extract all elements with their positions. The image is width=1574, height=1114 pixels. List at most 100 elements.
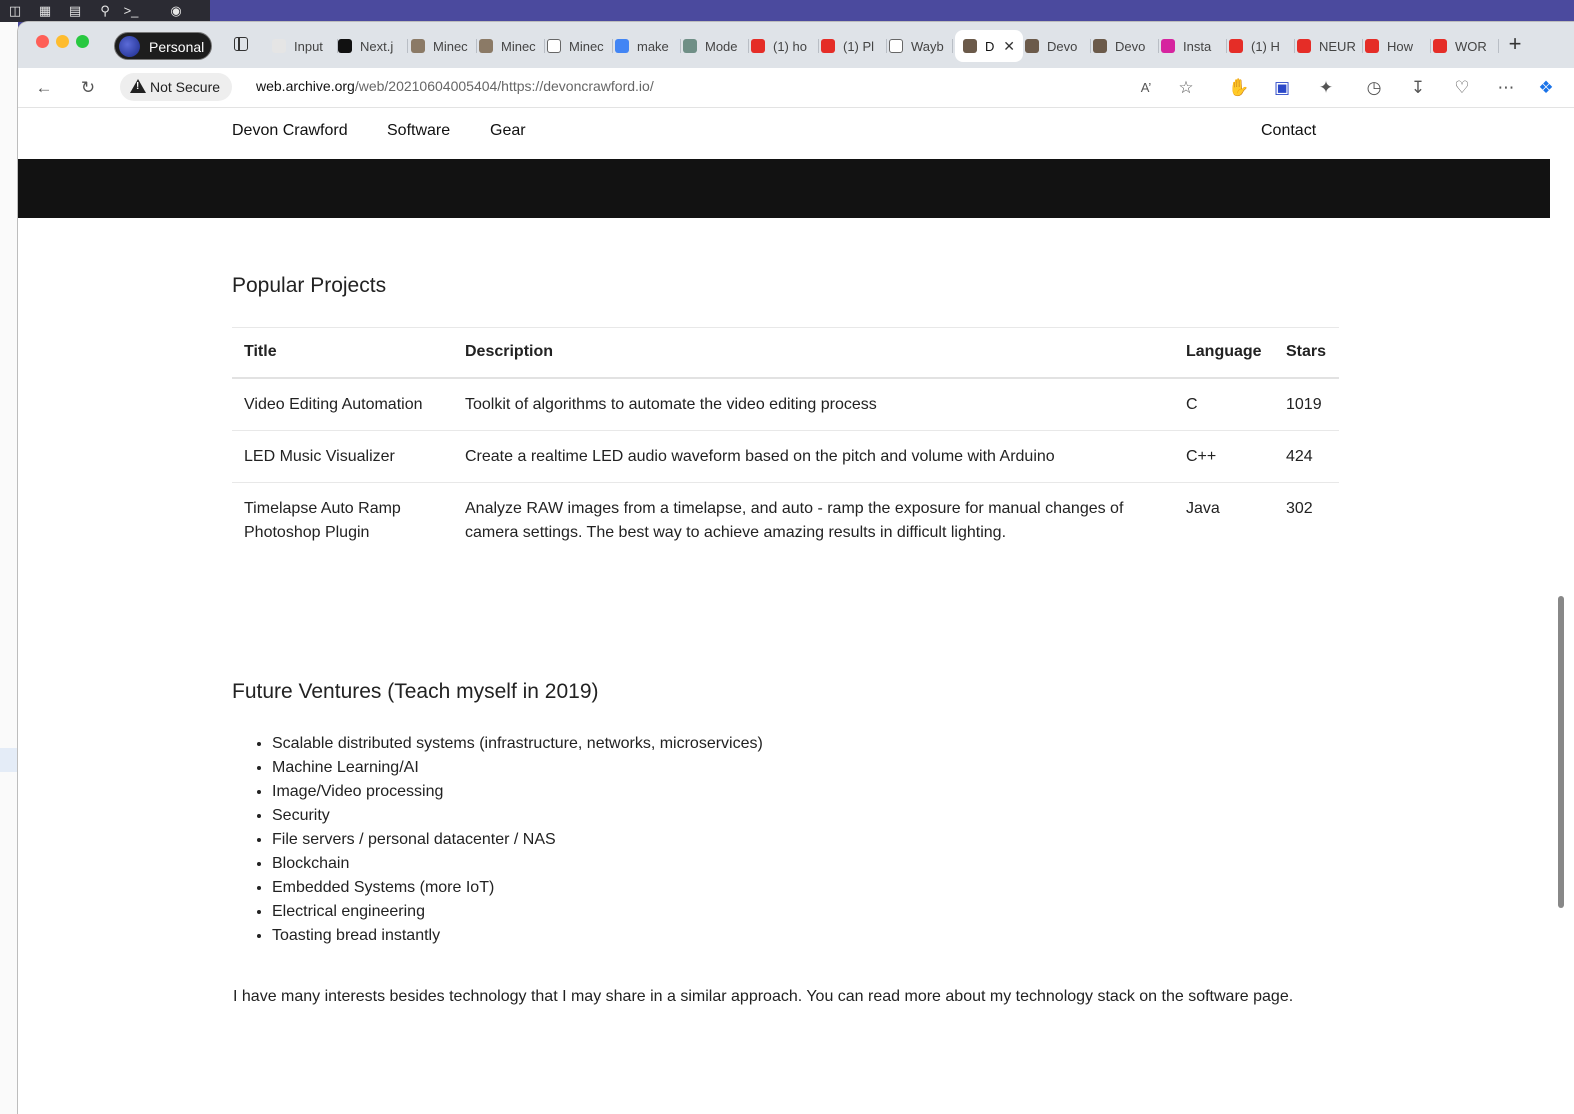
tab-17[interactable]: How [1365,32,1431,60]
browser-window: Personal Input Next.j Minec Minec Minec make M… [18,22,1574,1114]
tab-actions-icon[interactable] [234,37,248,51]
cell-language: Java [1186,499,1220,517]
tab-2[interactable]: Next.j [338,32,408,60]
tab-separator [818,39,819,53]
back-arrow-icon[interactable]: ← [34,78,54,98]
minimize-window-button[interactable] [56,35,69,48]
tab-3[interactable]: Minec [411,32,477,60]
tab-separator [952,39,953,53]
projects-table: Title Description Language Stars Video E… [232,327,1339,558]
page-scrollbar[interactable] [1550,108,1574,1114]
tab-16[interactable]: NEUR [1297,32,1363,60]
adblock-extension-icon[interactable]: ✋ [1228,78,1249,98]
tab-1[interactable]: Input [272,32,338,60]
hero-banner [18,159,1550,218]
history-icon[interactable]: ◷ [1364,78,1384,98]
tab-label: Wayb [911,39,944,54]
image-icon [411,39,425,53]
tab-6[interactable]: make [615,32,681,60]
refresh-icon[interactable]: ↻ [78,78,98,98]
bitwarden-extension-icon[interactable]: ▣ [1272,78,1292,98]
youtube-icon [751,39,765,53]
youtube-icon [1433,39,1447,53]
tab-label: (1) H [1251,39,1280,54]
nav-brand-link[interactable]: Devon Crawford [232,122,348,140]
tab-label: (1) Pl [843,39,875,54]
zoom-window-button[interactable] [76,35,89,48]
list-item: Machine Learning/AI [272,756,763,780]
site-navbar: Devon Crawford Software Gear Contact [18,108,1550,159]
nav-contact-link[interactable]: Contact [1261,122,1316,140]
terminal-icon[interactable]: >_ [122,3,140,19]
scrollbar-thumb[interactable] [1558,596,1564,908]
nav-gear-link[interactable]: Gear [490,122,526,140]
table-row: LED Music Visualizer Create a realtime LE… [232,430,1339,483]
list-item: Scalable distributed systems (infrastruc… [272,732,763,756]
database-icon[interactable]: ◫ [6,3,24,19]
column-header-description: Description [453,327,1174,379]
downloads-icon[interactable]: ↧ [1408,78,1428,98]
tab-13[interactable]: Devo [1093,32,1159,60]
close-tab-icon[interactable]: ✕ [1003,38,1015,55]
close-window-button[interactable] [36,35,49,48]
macos-menu-bar: ◫ ▦ ▤ ⚲ >_ ◉ [0,0,1574,22]
list-item: Toasting bread instantly [272,924,763,948]
tab-9[interactable]: (1) Pl [821,32,887,60]
tab-separator [680,39,681,53]
profile-button[interactable]: Personal [114,32,212,60]
image-icon [479,39,493,53]
ui-icon [272,39,286,53]
tab-10[interactable]: Wayb [889,32,953,60]
tab-separator [1362,39,1363,53]
performance-icon[interactable]: ♡ [1452,78,1472,98]
url-text[interactable]: web.archive.org/web/20210604005404/https… [256,78,654,94]
archive-icon [889,39,903,53]
tab-separator [1226,39,1227,53]
tab-label: (1) ho [773,39,807,54]
tab-label: How [1387,39,1414,54]
tab-label: Devo [1047,39,1078,54]
copilot-icon[interactable]: ❖ [1536,78,1556,98]
tab-8[interactable]: (1) ho [751,32,819,60]
table-header-row: Title Description Language Stars [232,327,1339,379]
column-header-title: Title [232,327,453,379]
table-tree-icon[interactable]: ▤ [66,3,84,19]
cell-title: Video Editing Automation [232,377,453,431]
avatar-icon [963,39,977,53]
tab-7[interactable]: Mode [683,32,749,60]
nav-software-link[interactable]: Software [387,122,450,140]
new-tab-button[interactable]: + [1504,33,1526,55]
tab-18[interactable]: WOR [1433,32,1499,60]
search-icon[interactable]: ⚲ [96,3,114,19]
tab-11[interactable]: D ✕ [955,30,1023,62]
model-icon [683,39,697,53]
list-item: Image/Video processing [272,780,763,804]
cell-title: LED Music Visualizer [232,430,453,483]
column-header-stars: Stars [1274,327,1339,379]
tab-12[interactable]: Devo [1025,32,1091,60]
tab-5[interactable]: Minec [547,32,613,60]
more-options-icon[interactable]: ⋯ [1496,78,1516,98]
tab-separator [1430,39,1431,53]
tab-label: Mode [705,39,738,54]
cell-language: C++ [1174,430,1274,483]
tab-14[interactable]: Insta [1161,32,1227,60]
list-item: File servers / personal datacenter / NAS [272,828,763,852]
site-security-badge[interactable]: Not Secure [120,73,233,101]
cell-language: C [1174,377,1274,431]
tab-15[interactable]: (1) H [1229,32,1295,60]
tab-label: Minec [501,39,536,54]
table-icon[interactable]: ▦ [36,3,54,19]
tab-4[interactable]: Minec [479,32,545,60]
closing-paragraph: I have many interests besides technology… [233,988,1294,1005]
not-secure-label: Not Secure [150,79,221,95]
address-bar[interactable]: Not Secure web.archive.org/web/202106040… [120,71,1204,103]
table-row: Timelapse Auto Ramp Photoshop Plugin Anal… [232,482,1339,558]
extensions-icon[interactable]: ✦ [1316,78,1336,98]
tab-label: D [985,39,995,54]
discord-icon[interactable]: ◉ [164,3,188,19]
future-ventures-heading: Future Ventures (Teach myself in 2019) [232,680,599,703]
avatar-icon [1025,39,1039,53]
favorite-star-icon[interactable]: ☆ [1176,78,1196,98]
read-aloud-icon[interactable]: A’ [1136,78,1156,98]
